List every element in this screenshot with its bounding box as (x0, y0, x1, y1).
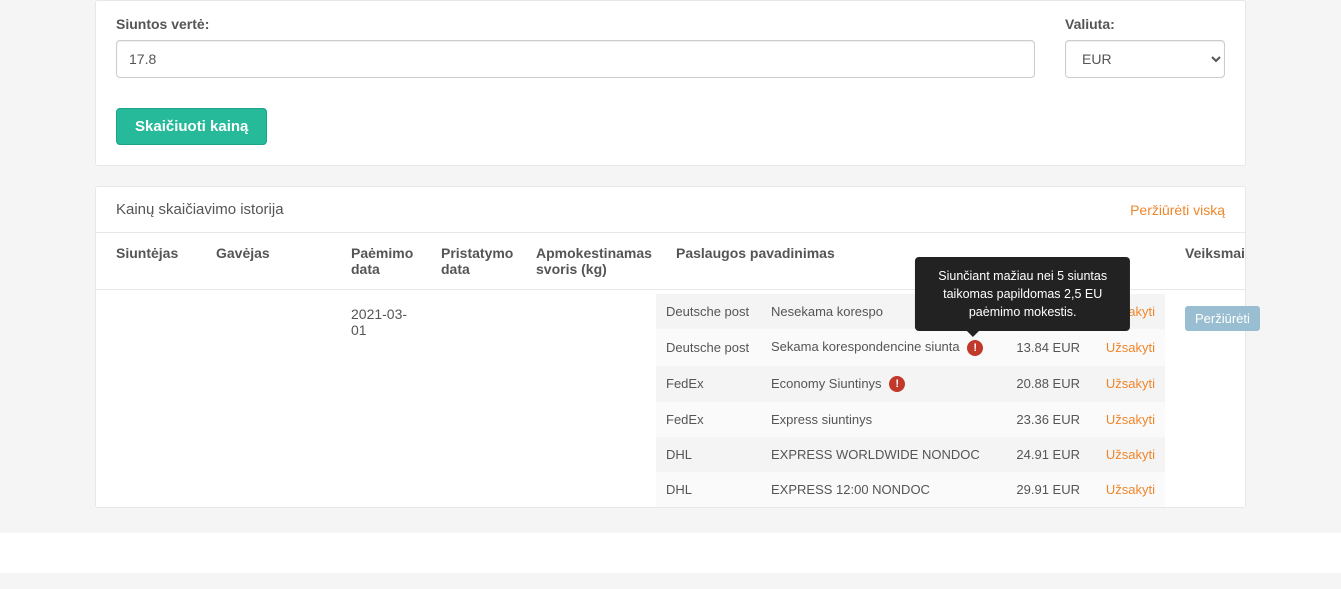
col-actions-header: Veiksmai (1165, 233, 1245, 290)
service-row: FedEx Economy Siuntinys ! 20.88 EUR Užsa… (656, 366, 1165, 403)
value-label: Siuntos vertė: (116, 16, 1035, 32)
order-link[interactable]: Užsakyti (1106, 482, 1155, 497)
service-name: Economy Siuntinys ! (761, 366, 1000, 403)
cell-pickup: 2021-03-01 (331, 290, 421, 508)
calc-form-panel: Siuntos vertė: Valiuta: EUR Skaičiuoti k… (95, 0, 1246, 166)
col-recipient-header: Gavėjas (196, 233, 331, 290)
service-row: Deutsche post Nesekama korespo Užsakyti (656, 294, 1165, 329)
service-carrier: FedEx (656, 366, 761, 403)
service-carrier: DHL (656, 472, 761, 507)
footer-strip (0, 533, 1341, 573)
order-link[interactable]: Užsakyti (1106, 304, 1155, 319)
service-row: FedEx Express siuntinys 23.36 EUR Užsaky… (656, 402, 1165, 437)
service-name: EXPRESS WORLDWIDE NONDOC (761, 437, 1000, 472)
cell-sender (96, 290, 196, 508)
service-name: Sekama korespondencine siunta ! Siunčian… (761, 329, 1000, 366)
history-title: Kainų skaičiavimo istorija (116, 201, 284, 218)
service-row: DHL EXPRESS WORLDWIDE NONDOC 24.91 EUR U… (656, 437, 1165, 472)
cell-recipient (196, 290, 331, 508)
service-price: 13.84 EUR (1000, 329, 1090, 366)
history-panel: Kainų skaičiavimo istorija Peržiūrėti vi… (95, 186, 1246, 508)
warning-icon[interactable]: ! (967, 340, 983, 356)
service-carrier: Deutsche post (656, 294, 761, 329)
service-carrier: FedEx (656, 402, 761, 437)
services-table: Deutsche post Nesekama korespo Užsakyti … (656, 294, 1165, 507)
order-link[interactable]: Užsakyti (1106, 447, 1155, 462)
cell-delivery (421, 290, 516, 508)
col-pickup-header: Paėmimo data (331, 233, 421, 290)
col-sender-header: Siuntėjas (96, 233, 196, 290)
col-weight-header: Apmokestinamas svoris (kg) (516, 233, 656, 290)
service-price: 29.91 EUR (1000, 472, 1090, 507)
service-carrier: Deutsche post (656, 329, 761, 366)
cell-services: Deutsche post Nesekama korespo Užsakyti … (656, 290, 1165, 508)
service-price: 20.88 EUR (1000, 366, 1090, 403)
shipment-value-input[interactable] (116, 40, 1035, 78)
order-link[interactable]: Užsakyti (1106, 340, 1155, 355)
service-name: EXPRESS 12:00 NONDOC (761, 472, 1000, 507)
col-service-header: Paslaugos pavadinimas (656, 233, 1165, 290)
service-price: 23.36 EUR (1000, 402, 1090, 437)
order-link[interactable]: Užsakyti (1106, 376, 1155, 391)
view-all-link[interactable]: Peržiūrėti viską (1130, 202, 1225, 218)
service-carrier: DHL (656, 437, 761, 472)
cell-actions: Peržiūrėti (1165, 290, 1245, 508)
history-row: 2021-03-01 Deutsche post Nesekama koresp… (96, 290, 1245, 508)
service-price (1000, 294, 1090, 329)
service-price: 24.91 EUR (1000, 437, 1090, 472)
order-link[interactable]: Užsakyti (1106, 412, 1155, 427)
warning-icon[interactable]: ! (889, 376, 905, 392)
service-row: Deutsche post Sekama korespondencine siu… (656, 329, 1165, 366)
cell-weight (516, 290, 656, 508)
currency-select[interactable]: EUR (1065, 40, 1225, 78)
currency-label: Valiuta: (1065, 16, 1225, 32)
col-delivery-header: Pristatymo data (421, 233, 516, 290)
view-button[interactable]: Peržiūrėti (1185, 306, 1260, 331)
calculate-button[interactable]: Skaičiuoti kainą (116, 108, 267, 145)
service-name: Nesekama korespo (761, 294, 1000, 329)
history-table: Siuntėjas Gavėjas Paėmimo data Pristatym… (96, 233, 1245, 507)
service-name: Express siuntinys (761, 402, 1000, 437)
service-row: DHL EXPRESS 12:00 NONDOC 29.91 EUR Užsak… (656, 472, 1165, 507)
